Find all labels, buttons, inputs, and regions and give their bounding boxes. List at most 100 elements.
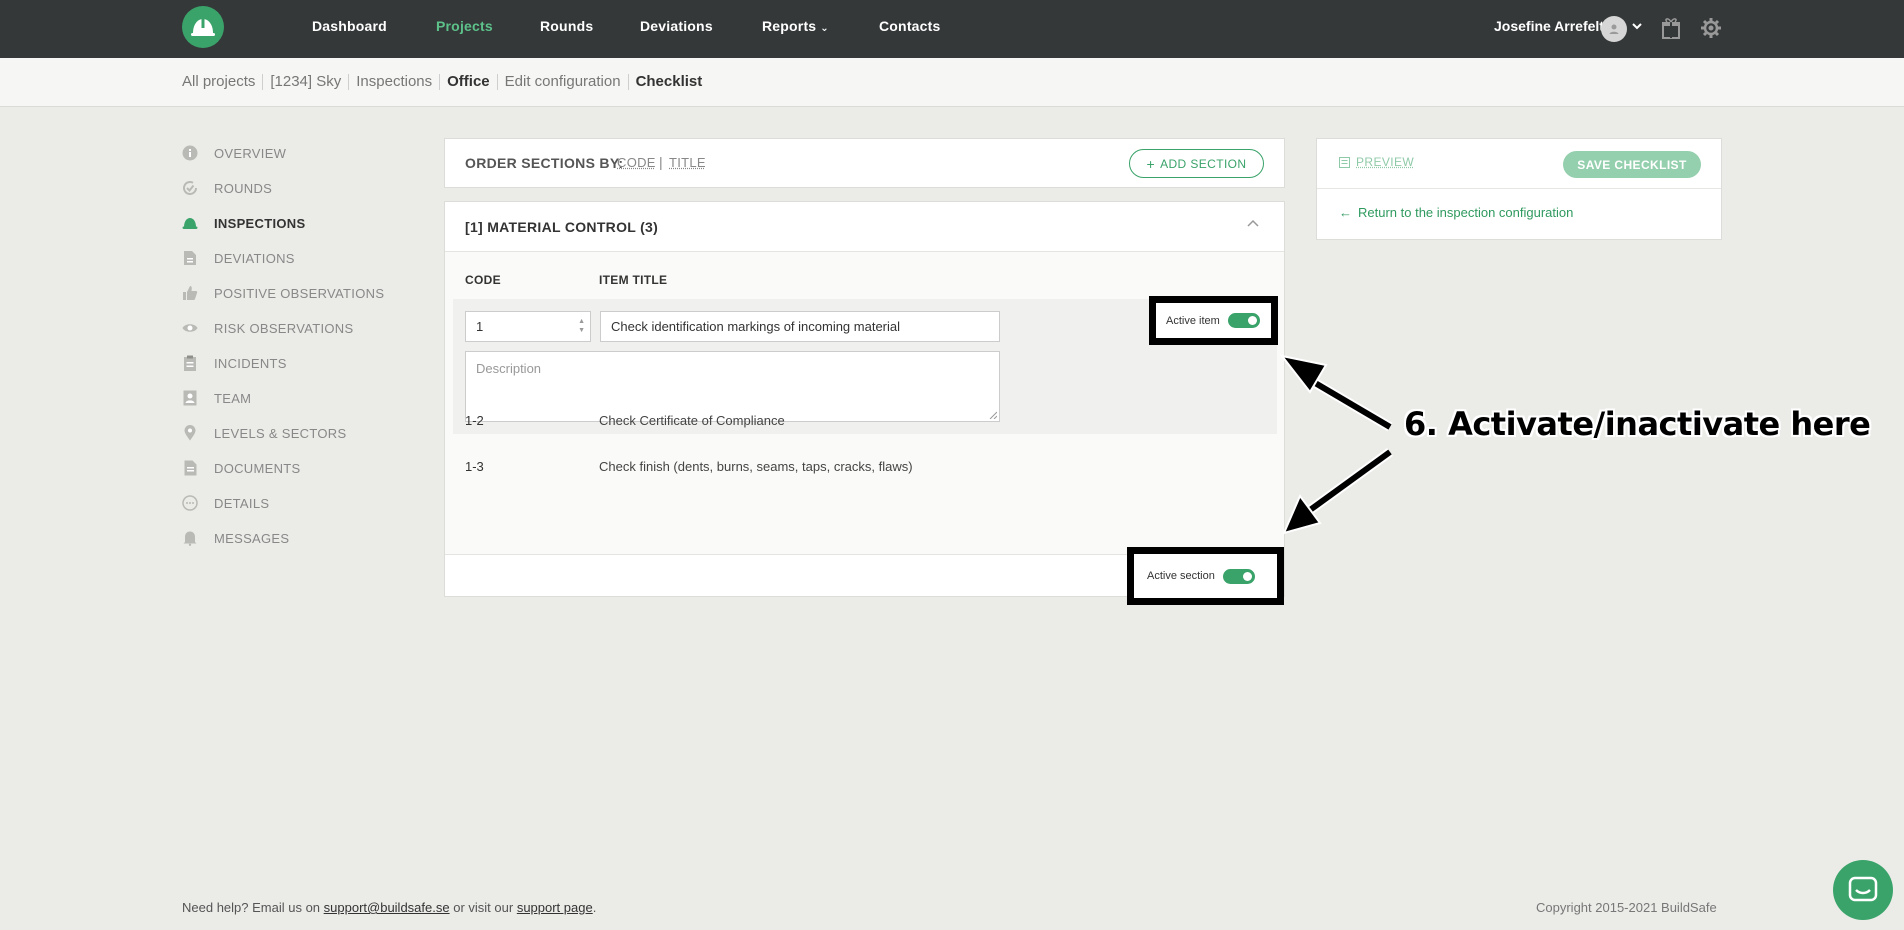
chevron-up-icon[interactable] [1245, 216, 1261, 232]
arrow-to-active-item [1279, 354, 1393, 432]
support-email-link[interactable]: support@buildsafe.se [324, 900, 450, 915]
helmet-logo-icon[interactable] [182, 6, 224, 48]
chat-button[interactable] [1833, 860, 1893, 920]
nav-projects[interactable]: Projects [436, 18, 493, 34]
divider [1317, 188, 1721, 189]
item-code-input[interactable]: 1 ▲ ▼ [465, 311, 591, 342]
save-checklist-button[interactable]: SAVE CHECKLIST [1563, 151, 1701, 178]
active-item-toggle-highlight: Active item [1149, 296, 1278, 345]
nav-rounds[interactable]: Rounds [540, 18, 593, 34]
section-title: [1] MATERIAL CONTROL (3) [465, 219, 659, 235]
sidebar-item-label: DOCUMENTS [214, 460, 301, 476]
bell-icon [182, 530, 198, 546]
sidebar-item-positive-observations[interactable]: POSITIVE OBSERVATIONS [182, 283, 384, 303]
sidebar-item-inspections[interactable]: INSPECTIONS [182, 213, 305, 233]
footer-help-prefix: Need help? Email us on [182, 900, 321, 915]
active-section-toggle-highlight: Active section [1127, 547, 1284, 605]
nav-deviations[interactable]: Deviations [640, 18, 713, 34]
sidebar-item-levels-sectors[interactable]: LEVELS & SECTORS [182, 423, 346, 443]
number-stepper-icon[interactable]: ▲ ▼ [578, 317, 585, 335]
sidebar-item-label: POSITIVE OBSERVATIONS [214, 285, 385, 301]
user-avatar-icon[interactable] [1601, 16, 1627, 42]
order-sections-label: ORDER SECTIONS BY: [465, 155, 624, 171]
order-by-code-link[interactable]: CODE [617, 155, 656, 170]
sidebar-item-messages[interactable]: MESSAGES [182, 528, 289, 548]
thumbs-up-icon [182, 285, 198, 301]
order-separator: | [659, 154, 663, 170]
return-to-configuration-link[interactable]: ← Return to the inspection configuration [1339, 205, 1573, 220]
chat-icon [1848, 876, 1878, 902]
active-section-label: Active section [1147, 570, 1215, 582]
support-page-link[interactable]: support page [517, 900, 593, 915]
order-by-title-link[interactable]: TITLE [669, 155, 706, 170]
sidebar-item-label: LEVELS & SECTORS [214, 425, 347, 441]
sidebar-item-deviations[interactable]: DEVIATIONS [182, 248, 295, 268]
sidebar-item-team[interactable]: TEAM [182, 388, 251, 408]
sidebar-item-rounds[interactable]: ROUNDS [182, 178, 272, 198]
info-icon [182, 145, 198, 161]
sidebar-item-label: INCIDENTS [214, 355, 287, 371]
sidebar-item-label: RISK OBSERVATIONS [214, 320, 354, 336]
column-header-item-title: ITEM TITLE [599, 273, 668, 287]
helmet-icon [182, 215, 198, 231]
chevron-down-icon: ⌄ [820, 23, 829, 34]
document-icon [182, 250, 198, 266]
dots-icon [182, 495, 198, 511]
breadcrumb-all-projects[interactable]: All projects [182, 74, 262, 90]
active-item-toggle[interactable] [1227, 313, 1260, 328]
arrow-left-icon: ← [1339, 205, 1352, 220]
sidebar-item-documents[interactable]: DOCUMENTS [182, 458, 300, 478]
chevron-down-icon[interactable] [1632, 20, 1642, 34]
clipboard-icon [182, 355, 198, 371]
sidebar-item-label: INSPECTIONS [214, 215, 306, 231]
nav-reports[interactable]: Reports ⌄ [762, 18, 829, 34]
footer-help-middle: or visit our [453, 900, 514, 915]
sidebar-item-label: TEAM [214, 390, 252, 406]
section-header[interactable]: [1] MATERIAL CONTROL (3) [445, 202, 1284, 252]
item-title-input[interactable]: Check identification markings of incomin… [600, 311, 1000, 342]
breadcrumb-office[interactable]: Office [439, 74, 497, 90]
team-icon [182, 390, 198, 406]
item-description-textarea[interactable]: Description [465, 351, 1000, 422]
return-link-label: Return to the inspection configuration [1358, 205, 1574, 220]
sidebar-item-overview[interactable]: OVERVIEW [182, 143, 286, 163]
top-navigation-bar: Dashboard Projects Rounds Deviations Rep… [0, 0, 1904, 58]
add-section-label: ADD SECTION [1160, 156, 1247, 171]
rounds-icon [182, 180, 198, 196]
add-section-button[interactable]: + ADD SECTION [1129, 149, 1264, 178]
item-title[interactable]: Check finish (dents, burns, seams, taps,… [599, 459, 913, 474]
breadcrumb-inspections[interactable]: Inspections [348, 74, 439, 90]
gift-icon[interactable] [1661, 17, 1683, 39]
item-code-value: 1 [476, 319, 484, 334]
nav-dashboard[interactable]: Dashboard [312, 18, 387, 34]
active-section-toggle[interactable] [1222, 568, 1255, 584]
preview-link[interactable]: PREVIEW [1339, 155, 1414, 169]
sidebar-item-label: DEVIATIONS [214, 250, 295, 266]
breadcrumb-checklist: Checklist [627, 74, 710, 90]
footer-help: Need help? Email us on support@buildsafe… [182, 900, 596, 915]
location-pin-icon [182, 425, 198, 441]
checklist-section-panel: [1] MATERIAL CONTROL (3) CODE ITEM TITLE… [444, 201, 1285, 597]
preview-icon [1339, 156, 1350, 168]
item-title[interactable]: Check Certificate of Compliance [599, 413, 785, 428]
sidebar-item-risk-observations[interactable]: RISK OBSERVATIONS [182, 318, 353, 338]
sidebar-item-label: MESSAGES [214, 530, 290, 546]
nav-reports-label: Reports [762, 18, 817, 34]
eye-icon [182, 320, 198, 336]
footer-help-suffix: . [592, 900, 597, 915]
breadcrumb-project[interactable]: [1234] Sky [262, 74, 348, 90]
resize-handle-icon[interactable] [989, 411, 997, 419]
nav-contacts[interactable]: Contacts [879, 18, 941, 34]
user-name[interactable]: Josefine Arrefelt [1494, 18, 1604, 34]
sidebar-item-label: ROUNDS [214, 180, 273, 196]
preview-label: PREVIEW [1356, 155, 1415, 169]
settings-icon[interactable] [1700, 17, 1722, 39]
file-icon [182, 460, 198, 476]
sidebar-item-details[interactable]: DETAILS [182, 493, 269, 513]
item-code: 1-2 [465, 413, 484, 428]
sidebar-item-incidents[interactable]: INCIDENTS [182, 353, 287, 373]
sidebar-item-label: OVERVIEW [214, 145, 287, 161]
breadcrumb-edit-configuration[interactable]: Edit configuration [496, 74, 628, 90]
plus-icon: + [1146, 155, 1156, 172]
arrow-to-active-section [1282, 447, 1393, 535]
